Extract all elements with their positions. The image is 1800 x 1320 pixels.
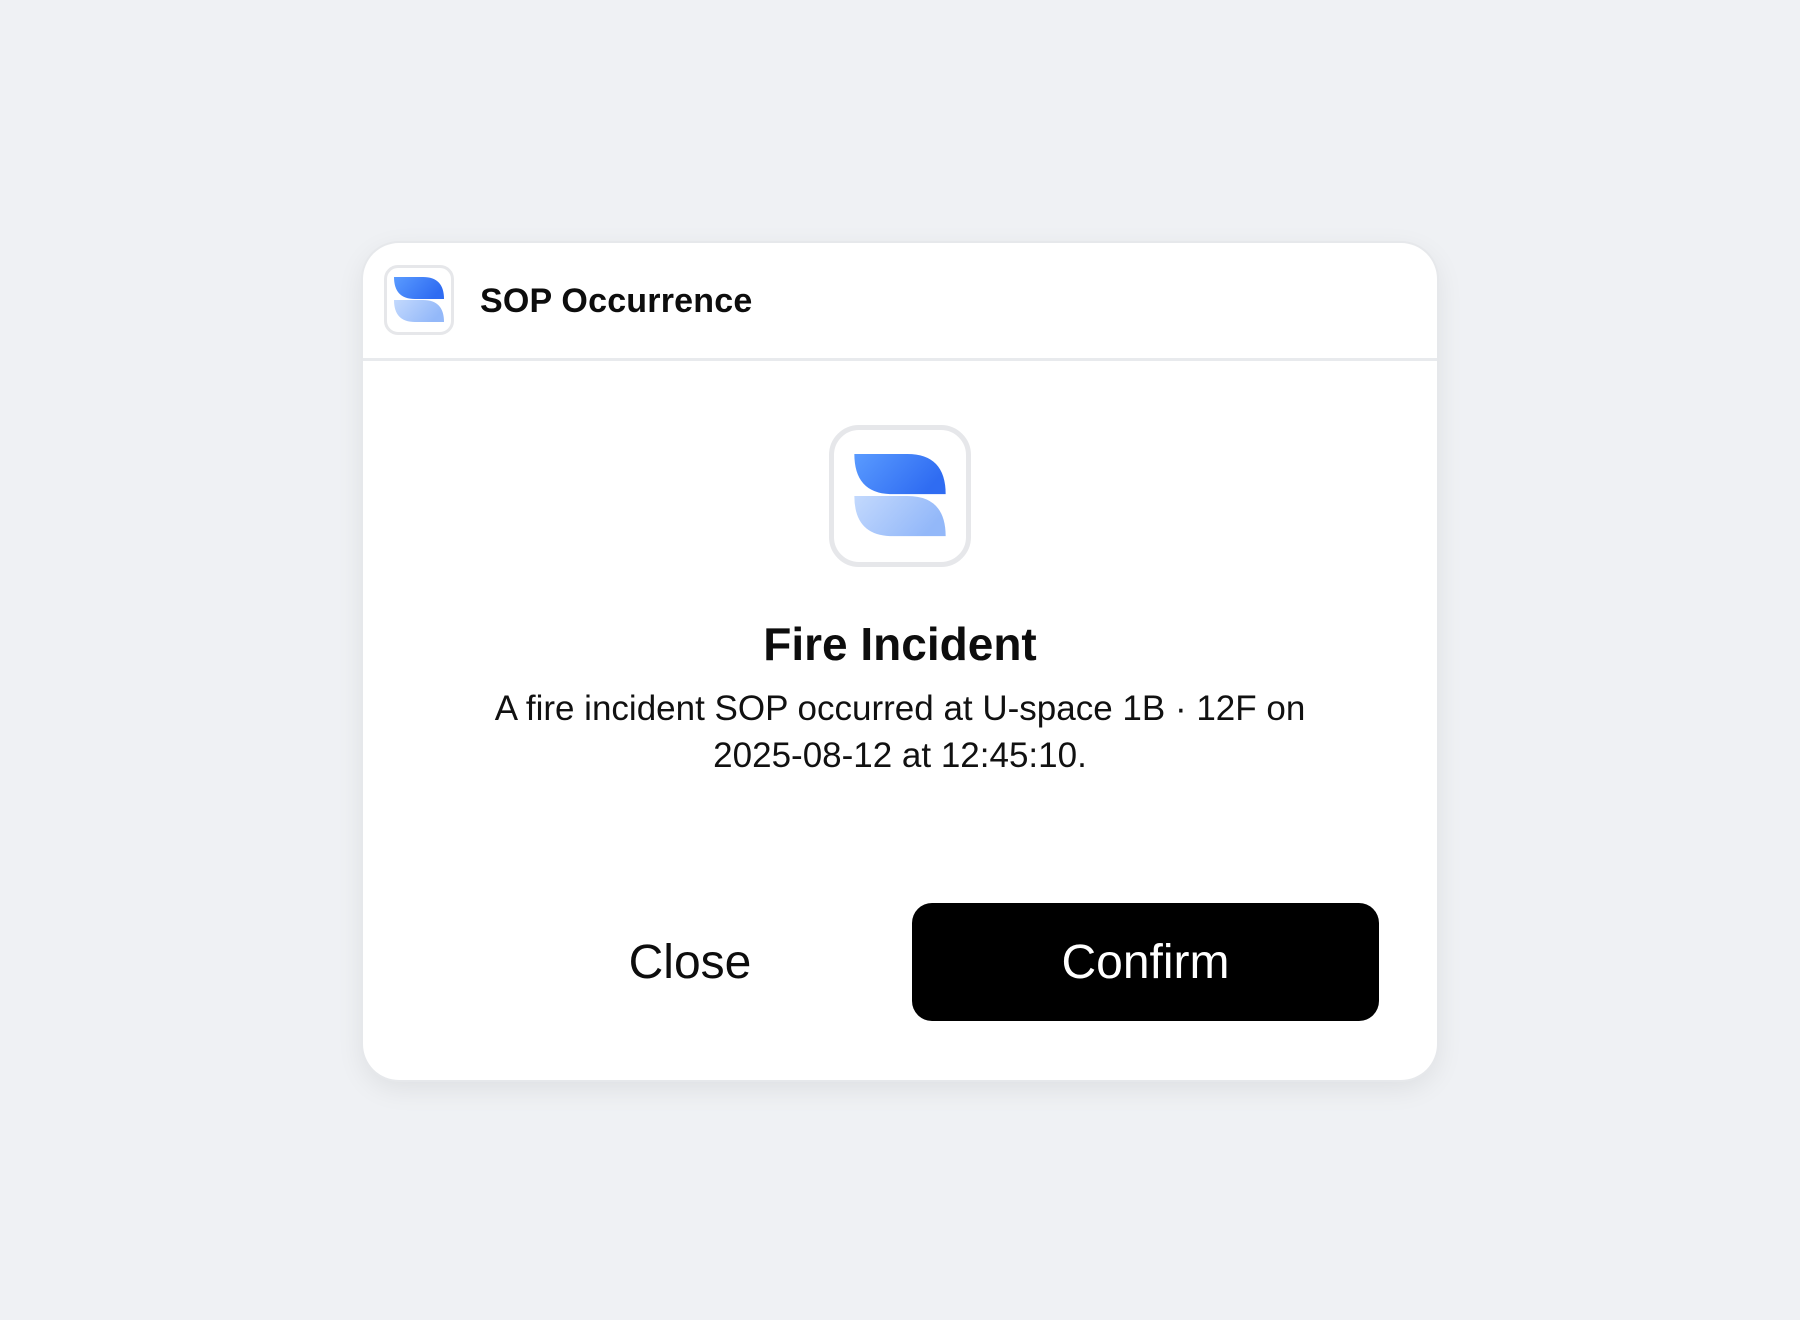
close-button[interactable]: Close [485,903,895,1021]
app-logo-icon [384,265,454,335]
dialog-titlebar: SOP Occurrence [363,243,1437,361]
incident-app-logo-icon [829,425,971,567]
sop-occurrence-dialog: SOP Occurrence Fire Incident A fire inci… [363,243,1437,1080]
incident-title: Fire Incident [763,618,1037,670]
incident-message: A fire incident SOP occurred at U-space … [494,689,1306,775]
window-title: SOP Occurrence [480,282,753,320]
confirm-button[interactable]: Confirm [912,903,1379,1021]
